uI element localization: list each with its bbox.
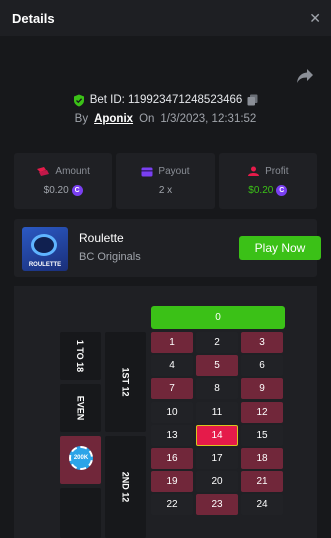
number-cell: 13 — [151, 424, 193, 446]
game-card: ROULETTE Roulette BC Originals Play Now — [14, 219, 321, 277]
game-thumbnail[interactable]: ROULETTE — [22, 227, 68, 271]
side-bet-even: EVEN — [60, 384, 101, 432]
side-bet-1-to-18: 1 TO 18 — [60, 332, 101, 380]
number-cell: 16 — [151, 448, 193, 469]
details-header: Details ✕ — [0, 0, 331, 36]
amount-icon — [37, 167, 50, 176]
bet-id-line: Bet ID: 119923471248523466 — [0, 91, 331, 109]
number-cell: 20 — [196, 471, 238, 493]
number-cell: 4 — [151, 355, 193, 377]
number-cell: 17 — [196, 448, 238, 469]
payout-value: 2 x — [158, 185, 173, 196]
number-cell: 12 — [241, 401, 283, 423]
game-provider: BC Originals — [79, 251, 141, 263]
stat-payout: Payout 2 x — [116, 153, 215, 209]
number-cell: 23 — [196, 494, 238, 516]
user-link[interactable]: Aponix — [94, 113, 133, 125]
number-cell: 9 — [241, 378, 283, 400]
thumbnail-label: ROULETTE — [28, 262, 62, 268]
amount-value: $0.20 — [43, 185, 69, 196]
number-cell: 19 — [151, 471, 193, 493]
bet-chip: 200K — [69, 446, 93, 470]
dozen-label: 2ND 12 — [120, 471, 131, 503]
side-bet-label: EVEN — [75, 395, 86, 421]
number-cell: 5 — [196, 355, 238, 377]
on-label: On — [139, 113, 155, 125]
number-cell: 8 — [196, 378, 238, 400]
number-cell: 3 — [241, 332, 283, 353]
payout-icon — [141, 167, 153, 176]
stat-profit: Profit $0.20 C — [218, 153, 317, 209]
dozen-1st-12: 1ST 12 — [105, 332, 146, 432]
page-title: Details — [12, 10, 55, 26]
amount-label: Amount — [55, 166, 90, 177]
number-cell: 1 — [151, 332, 193, 353]
number-cell: 7 — [151, 378, 193, 400]
bet-stats: Amount $0.20 C Payout 2 x Profit $0.20 C — [14, 153, 317, 209]
game-name: Roulette — [79, 231, 124, 245]
side-bet-label: 1 TO 18 — [75, 339, 86, 373]
number-cell: 18 — [241, 448, 283, 469]
payout-label: Payout — [158, 166, 190, 177]
zero-cell: 0 — [151, 306, 285, 329]
number-cell: 11 — [196, 401, 238, 423]
number-cell: 22 — [151, 494, 193, 516]
number-cell: 6 — [241, 355, 283, 377]
by-label: By — [74, 113, 89, 125]
share-icon[interactable] — [296, 68, 314, 84]
profit-value: $0.20 — [248, 185, 274, 196]
number-cell: 2 — [196, 332, 238, 353]
close-icon[interactable]: ✕ — [309, 11, 321, 25]
coin-icon: C — [71, 185, 83, 196]
profit-icon — [248, 166, 260, 176]
number-cell: 21 — [241, 471, 283, 493]
number-cell: 24 — [241, 494, 283, 516]
dozen-label: 1ST 12 — [120, 367, 131, 397]
play-now-button[interactable]: Play Now — [239, 236, 321, 260]
number-cell: 10 — [151, 401, 193, 423]
shield-check-icon — [73, 94, 84, 106]
number-cell: 15 — [241, 424, 283, 446]
side-bet-black — [60, 488, 101, 538]
profit-label: Profit — [265, 166, 289, 177]
dozen-2nd-12: 2ND 12 — [105, 436, 146, 538]
copy-icon[interactable] — [247, 94, 258, 106]
bet-byline: By Aponix On 1/3/2023, 12:31:52 — [0, 110, 331, 128]
bet-id: Bet ID: 119923471248523466 — [89, 94, 243, 106]
bet-date: 1/3/2023, 12:31:52 — [160, 113, 257, 125]
number-cell: 14 — [196, 424, 238, 446]
roulette-board: 0 1 TO 18 EVEN 200K 1ST 12 2ND 12 123456… — [14, 286, 317, 538]
stat-amount: Amount $0.20 C — [14, 153, 113, 209]
coin-icon: C — [276, 185, 288, 196]
